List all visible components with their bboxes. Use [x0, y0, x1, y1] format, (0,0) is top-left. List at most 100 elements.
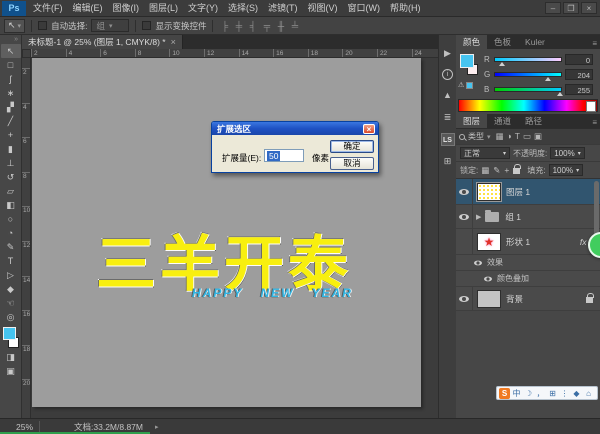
color-spectrum-ramp[interactable]	[458, 99, 598, 112]
restore-button[interactable]: ❐	[563, 2, 579, 14]
tab-color[interactable]: 颜色	[456, 35, 487, 49]
info-panel-icon[interactable]: i	[442, 69, 453, 80]
layer-thumbnail[interactable]: ★	[477, 233, 501, 251]
filter-kind-label[interactable]: 类型	[468, 131, 484, 142]
menu-item[interactable]: 视图(V)	[303, 0, 343, 16]
tab-layers[interactable]: 图层	[456, 114, 487, 128]
layer-thumbnail[interactable]	[477, 290, 501, 308]
zoom-tool-icon[interactable]: ◎	[1, 310, 21, 324]
align-center-icon[interactable]: ╪	[233, 21, 244, 31]
blur-tool-icon[interactable]: ○	[1, 212, 21, 226]
skin-icon[interactable]: ◆	[571, 388, 582, 399]
filter-type-layers-icon[interactable]: T	[515, 131, 520, 142]
lock-position-icon[interactable]: +	[504, 165, 509, 175]
quick-selection-tool-icon[interactable]: ∗	[1, 86, 21, 100]
fullwidth-mode-icon[interactable]: ☽	[523, 388, 534, 399]
type-tool-icon[interactable]: T	[1, 254, 21, 268]
quick-mask-icon[interactable]: ◨	[1, 350, 21, 364]
layer-effects-badge[interactable]: fx	[580, 237, 587, 247]
marquee-tool-icon[interactable]: □	[1, 58, 21, 72]
align-top-icon[interactable]: ╤	[261, 21, 272, 31]
auto-select-checkbox[interactable]	[38, 21, 47, 30]
fill-dropdown[interactable]: 100% ▾	[549, 164, 583, 176]
clone-stamp-tool-icon[interactable]: ⊥	[1, 156, 21, 170]
path-selection-tool-icon[interactable]: ▷	[1, 268, 21, 282]
slider-value[interactable]: 255	[565, 84, 593, 95]
slider-thumb[interactable]	[557, 92, 563, 96]
minimize-button[interactable]: –	[545, 2, 561, 14]
close-button[interactable]: ×	[581, 2, 597, 14]
punctuation-mode-icon[interactable]: ，	[535, 388, 546, 399]
toolbox-icon[interactable]: ⌂	[583, 388, 594, 399]
brush-tool-icon[interactable]: ▮	[1, 142, 21, 156]
eyedropper-tool-icon[interactable]: ╱	[1, 114, 21, 128]
soft-keyboard-icon[interactable]: ⊞	[547, 388, 558, 399]
history-brush-tool-icon[interactable]: ↺	[1, 170, 21, 184]
effects-row[interactable]: 效果	[456, 255, 600, 271]
gamut-warning[interactable]: ⚠	[458, 81, 473, 89]
show-transform-checkbox[interactable]	[142, 21, 151, 30]
visibility-cell[interactable]	[456, 287, 473, 310]
menu-item[interactable]: 滤镜(T)	[263, 0, 303, 16]
shape-tool-icon[interactable]: ◆	[1, 282, 21, 296]
auto-select-dropdown[interactable]: 组 ▾	[91, 19, 129, 32]
histogram-panel-icon[interactable]: ▲	[441, 89, 455, 102]
visibility-cell[interactable]	[456, 205, 473, 228]
sogou-logo-icon[interactable]: S	[499, 388, 510, 399]
slider-thumb[interactable]	[545, 77, 551, 81]
move-tool-icon[interactable]: ↖	[1, 44, 21, 58]
filter-shape-layers-icon[interactable]: ▭	[523, 131, 531, 142]
filter-pixel-layers-icon[interactable]: ▦	[496, 131, 504, 142]
lock-all-icon[interactable]	[513, 168, 520, 174]
gradient-tool-icon[interactable]: ◧	[1, 198, 21, 212]
foreground-color-swatch[interactable]	[3, 327, 16, 340]
more-options-icon[interactable]: ⋮	[559, 388, 570, 399]
zoom-level-field[interactable]: 25%	[14, 421, 40, 433]
layers-scrollbar[interactable]	[594, 181, 599, 239]
crop-tool-icon[interactable]: ▞	[1, 100, 21, 114]
layer-styles-panel-icon[interactable]: LS	[441, 133, 455, 146]
slider-track[interactable]	[494, 57, 562, 62]
eye-icon[interactable]	[484, 276, 492, 281]
layer-row-background[interactable]: 背景	[456, 287, 600, 311]
menu-item[interactable]: 窗口(W)	[343, 0, 386, 16]
panel-menu-icon[interactable]: ≡	[592, 39, 600, 49]
current-tool-chip[interactable]: ↖ ▾	[4, 19, 25, 33]
tab-channels[interactable]: 通道	[487, 114, 518, 128]
ok-button[interactable]: 确定	[330, 140, 374, 153]
document-canvas[interactable]: 三羊开泰 HAPPY NEW YEAR	[32, 58, 421, 407]
lock-pixels-icon[interactable]: ✎	[493, 165, 500, 176]
layer-thumbnail[interactable]	[477, 183, 501, 201]
align-bottom-icon[interactable]: ╧	[289, 21, 300, 31]
lasso-tool-icon[interactable]: ʃ	[1, 72, 21, 86]
chinese-mode-icon[interactable]: 中	[511, 388, 522, 399]
cancel-button[interactable]: 取消	[330, 157, 374, 170]
visibility-cell[interactable]	[456, 229, 473, 254]
lock-transparency-icon[interactable]: ▦	[481, 165, 489, 176]
tab-swatches[interactable]: 色板	[487, 35, 518, 49]
layer-comps-panel-icon[interactable]: ≣	[441, 111, 455, 124]
expand-amount-input[interactable]: 50	[264, 149, 304, 162]
filter-smart-objects-icon[interactable]: ▣	[534, 131, 542, 142]
healing-brush-tool-icon[interactable]: +	[1, 128, 21, 142]
menu-item[interactable]: 文字(Y)	[183, 0, 223, 16]
tab-paths[interactable]: 路径	[518, 114, 549, 128]
hand-tool-icon[interactable]: ☜	[1, 296, 21, 310]
foreground-color-swatch[interactable]	[460, 54, 474, 68]
slider-track[interactable]	[494, 72, 562, 77]
character-panel-icon[interactable]: ⊞	[441, 155, 455, 168]
screen-mode-icon[interactable]: ▣	[1, 364, 21, 378]
color-overlay-row[interactable]: 颜色叠加	[456, 271, 600, 287]
layer-row-layer1[interactable]: 图层 1	[456, 179, 600, 205]
align-right-icon[interactable]: ╡	[247, 21, 258, 31]
dodge-tool-icon[interactable]: ◔	[1, 226, 21, 240]
menu-item[interactable]: 帮助(H)	[385, 0, 426, 16]
eye-icon[interactable]	[474, 260, 482, 265]
panel-menu-icon[interactable]: ≡	[592, 118, 600, 128]
slider-value[interactable]: 204	[565, 69, 593, 80]
blend-mode-dropdown[interactable]: 正常 ▾	[460, 147, 510, 159]
tab-close-icon[interactable]: ×	[171, 37, 176, 47]
eraser-tool-icon[interactable]: ▱	[1, 184, 21, 198]
layer-row-group1[interactable]: ▶ 组 1	[456, 205, 600, 229]
align-left-icon[interactable]: ╞	[219, 21, 230, 31]
